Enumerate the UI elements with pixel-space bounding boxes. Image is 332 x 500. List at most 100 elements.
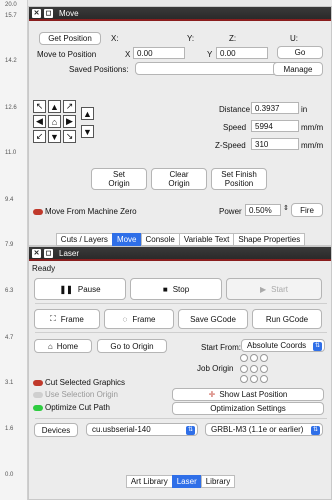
float-icon[interactable]: ◻ xyxy=(44,248,53,258)
power-input[interactable]: 0.50% xyxy=(245,204,281,216)
fire-button[interactable]: Fire xyxy=(291,203,323,217)
ruler-tick: 14.2 xyxy=(5,58,17,64)
divider xyxy=(35,418,327,419)
ruler-tick: 12.6 xyxy=(5,105,17,111)
saved-positions-label: Saved Positions: xyxy=(69,65,129,74)
divider xyxy=(35,332,327,333)
move-from-zero-toggle[interactable] xyxy=(33,209,43,215)
tab-variable-text[interactable]: Variable Text xyxy=(178,233,235,246)
x-position-input[interactable]: 0.00 xyxy=(133,47,185,59)
home-icon: ⌂ xyxy=(47,341,53,351)
origin-radio[interactable] xyxy=(260,364,268,373)
laser-app-window: 20.0 15.7 14.2 12.6 11.0 9.4 7.9 6.3 4.7… xyxy=(0,0,332,500)
chevron-updown-icon: ⇅ xyxy=(313,342,322,351)
frame-circle-icon: ◌ xyxy=(122,314,128,324)
origin-radio[interactable] xyxy=(250,364,258,373)
set-origin-label-1: Set xyxy=(112,170,125,179)
manage-button[interactable]: Manage xyxy=(273,62,323,76)
save-gcode-button[interactable]: Save GCode xyxy=(178,309,248,329)
jog-down-left-icon[interactable]: ↙ xyxy=(33,130,46,143)
start-from-select[interactable]: Absolute Coords ⇅ xyxy=(241,339,325,352)
y-column-label: Y: xyxy=(187,34,195,43)
tab-library[interactable]: Library xyxy=(200,475,236,488)
origin-radio[interactable] xyxy=(260,375,268,384)
stop-button[interactable]: ■ Stop xyxy=(130,278,222,300)
clear-origin-label-2: Origin xyxy=(168,179,190,188)
crosshair-icon: ✛ xyxy=(208,390,216,399)
x-input-label: X xyxy=(125,50,131,59)
use-selection-origin-label: Use Selection Origin xyxy=(45,390,118,399)
z-speed-input[interactable]: 310 xyxy=(251,138,299,150)
origin-radio[interactable] xyxy=(260,354,268,362)
origin-radio[interactable] xyxy=(250,375,258,384)
pause-button[interactable]: ❚❚ Pause xyxy=(34,278,126,300)
set-finish-position-button[interactable]: Set Finish Position xyxy=(211,168,267,190)
tab-art-library[interactable]: Art Library xyxy=(125,475,173,488)
power-stepper-icon[interactable]: ⇕ xyxy=(283,204,289,212)
laser-titlebar: ✕ ◻ Laser xyxy=(29,247,331,261)
cut-selected-toggle[interactable] xyxy=(33,380,43,386)
ruler-tick: 7.9 xyxy=(5,242,14,248)
jog-up-left-icon[interactable]: ↖ xyxy=(33,100,46,113)
origin-radio[interactable] xyxy=(240,364,248,373)
use-selection-origin-toggle[interactable] xyxy=(33,392,43,398)
tab-shape-properties[interactable]: Shape Properties xyxy=(233,233,306,246)
frame-circle-button[interactable]: ◌ Frame xyxy=(104,309,174,329)
optimization-settings-button[interactable]: Optimization Settings xyxy=(172,402,324,415)
pause-icon: ❚❚ xyxy=(59,284,73,294)
run-gcode-button[interactable]: Run GCode xyxy=(252,309,322,329)
ruler-tick: 4.7 xyxy=(5,335,14,341)
go-button[interactable]: Go xyxy=(277,46,323,59)
jog-left-icon[interactable]: ◀ xyxy=(33,115,46,128)
laser-tab-bar: Art Library Laser Library xyxy=(29,475,332,488)
start-button[interactable]: ▶ Start xyxy=(226,278,322,300)
vertical-ruler: 20.0 15.7 14.2 12.6 11.0 9.4 7.9 6.3 4.7… xyxy=(0,0,28,500)
set-finish-label-1: Set Finish xyxy=(221,170,257,179)
jog-down-icon[interactable]: ▼ xyxy=(48,130,61,143)
home-button[interactable]: ⌂ Home xyxy=(34,339,92,353)
origin-radio[interactable] xyxy=(250,354,258,362)
ruler-tick: 0.0 xyxy=(5,472,14,478)
tab-move[interactable]: Move xyxy=(111,233,142,246)
z-up-icon[interactable]: ▲ xyxy=(81,107,94,120)
jog-right-icon[interactable]: ▶ xyxy=(63,115,76,128)
home-icon[interactable]: ⌂ xyxy=(48,115,61,128)
jog-down-right-icon[interactable]: ↘ xyxy=(63,130,76,143)
devices-button[interactable]: Devices xyxy=(34,423,78,437)
distance-unit: in xyxy=(301,105,308,114)
ruler-tick: 6.3 xyxy=(5,288,14,294)
speed-label: Speed xyxy=(223,123,247,132)
get-position-button[interactable]: Get Position xyxy=(39,32,101,45)
speed-input[interactable]: 5994 xyxy=(251,120,299,132)
jog-up-right-icon[interactable]: ↗ xyxy=(63,100,76,113)
close-icon[interactable]: ✕ xyxy=(32,8,41,18)
clear-origin-button[interactable]: Clear Origin xyxy=(151,168,207,190)
set-origin-button[interactable]: Set Origin xyxy=(91,168,147,190)
tab-laser[interactable]: Laser xyxy=(171,475,202,488)
chevron-updown-icon: ⇅ xyxy=(311,426,320,435)
z-down-icon[interactable]: ▼ xyxy=(81,125,94,138)
y-position-input[interactable]: 0.00 xyxy=(216,47,268,59)
float-icon[interactable]: ◻ xyxy=(44,8,53,18)
optimize-cut-path-toggle[interactable] xyxy=(33,405,43,411)
device-select[interactable]: GRBL-M3 (1.1e or earlier) ⇅ xyxy=(205,423,323,436)
tab-console[interactable]: Console xyxy=(140,233,180,246)
home-label: Home xyxy=(56,341,79,351)
port-select[interactable]: cu.usbserial-140 ⇅ xyxy=(86,423,198,436)
origin-radio[interactable] xyxy=(240,354,248,362)
jog-up-icon[interactable]: ▲ xyxy=(48,100,61,113)
job-origin-grid[interactable] xyxy=(240,354,270,384)
go-to-origin-button[interactable]: Go to Origin xyxy=(97,339,167,353)
pause-label: Pause xyxy=(77,284,101,294)
divider xyxy=(35,303,327,304)
x-column-label: X: xyxy=(111,34,119,43)
distance-input[interactable]: 0.3937 xyxy=(251,102,299,114)
ruler-tick: 11.0 xyxy=(5,150,17,156)
show-last-position-button[interactable]: ✛ Show Last Position xyxy=(172,388,324,401)
tab-cuts-layers[interactable]: Cuts / Layers xyxy=(55,233,113,246)
frame-button[interactable]: ⛶ Frame xyxy=(34,309,100,329)
origin-radio[interactable] xyxy=(240,375,248,384)
saved-positions-select[interactable]: ⇅ xyxy=(135,62,289,75)
u-column-label: U: xyxy=(290,34,298,43)
close-icon[interactable]: ✕ xyxy=(32,248,41,258)
